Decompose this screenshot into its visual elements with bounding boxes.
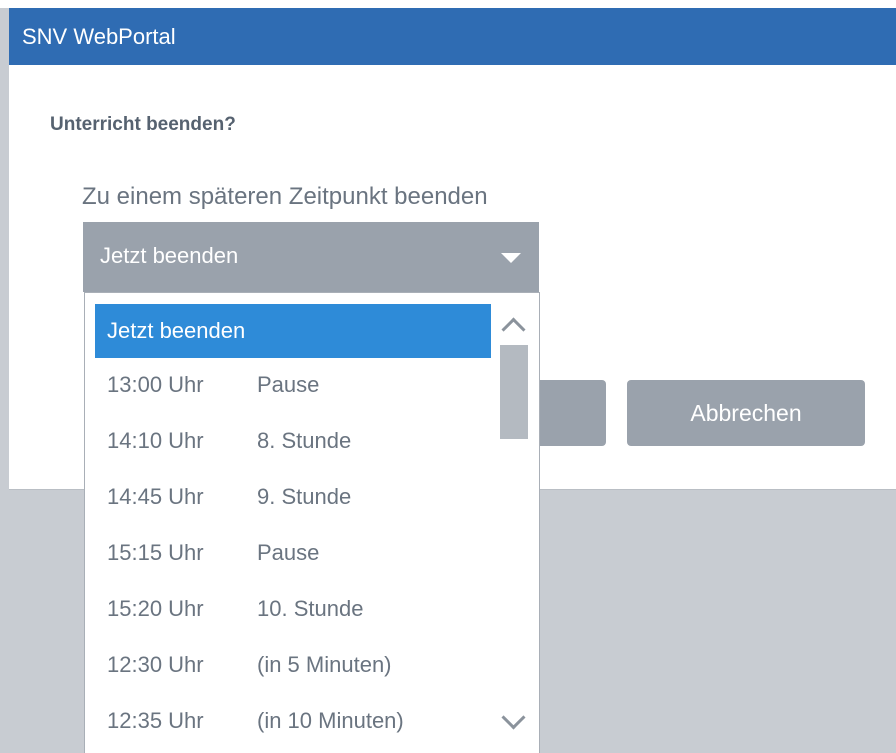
dropdown-option[interactable]: 12:35 Uhr (in 10 Minuten) <box>95 694 491 748</box>
end-time-dropdown-list: Jetzt beenden 13:00 Uhr Pause 14:10 Uhr … <box>84 292 540 753</box>
option-time: 14:10 Uhr <box>107 428 204 453</box>
dropdown-option[interactable]: 15:15 Uhr Pause <box>95 526 491 580</box>
cancel-button-label: Abbrechen <box>690 399 802 426</box>
dropdown-scrollbar[interactable] <box>495 309 535 753</box>
option-description: 9. Stunde <box>257 484 352 509</box>
dropdown-option[interactable]: 15:20 Uhr 10. Stunde <box>95 582 491 636</box>
option-description: 10. Stunde <box>257 596 364 621</box>
option-description: Pause <box>257 372 320 397</box>
option-label: Jetzt beenden <box>107 318 246 343</box>
option-description: (in 5 Minuten) <box>257 652 392 677</box>
option-time: 12:35 Uhr <box>107 708 204 733</box>
option-time: 15:20 Uhr <box>107 596 204 621</box>
option-description: Pause <box>257 540 320 565</box>
dropdown-option[interactable]: 14:10 Uhr 8. Stunde <box>95 414 491 468</box>
later-end-label: Zu einem späteren Zeitpunkt beenden <box>82 183 488 210</box>
option-description: 8. Stunde <box>257 428 352 453</box>
chevron-up-icon[interactable] <box>501 317 526 342</box>
dropdown-option[interactable]: 14:45 Uhr 9. Stunde <box>95 470 491 524</box>
cancel-button[interactable]: Abbrechen <box>627 380 865 446</box>
option-time: 14:45 Uhr <box>107 484 204 509</box>
chevron-down-icon <box>501 253 521 263</box>
app-title: SNV WebPortal <box>22 24 176 49</box>
option-time: 15:15 Uhr <box>107 540 204 565</box>
top-strip <box>0 0 896 8</box>
option-time: 13:00 Uhr <box>107 372 204 397</box>
dialog-heading: Unterricht beenden? <box>50 114 236 135</box>
option-description: (in 10 Minuten) <box>257 708 404 733</box>
dropdown-option[interactable]: 12:30 Uhr (in 5 Minuten) <box>95 638 491 692</box>
chevron-down-icon[interactable] <box>501 705 526 730</box>
dialog-titlebar: SNV WebPortal <box>9 8 896 65</box>
dropdown-option-now[interactable]: Jetzt beenden <box>95 304 491 358</box>
end-time-select[interactable]: Jetzt beenden <box>83 222 539 292</box>
dropdown-option[interactable]: 13:00 Uhr Pause <box>95 358 491 412</box>
option-time: 12:30 Uhr <box>107 652 204 677</box>
end-time-select-value: Jetzt beenden <box>100 243 239 268</box>
scrollbar-thumb[interactable] <box>500 345 528 439</box>
